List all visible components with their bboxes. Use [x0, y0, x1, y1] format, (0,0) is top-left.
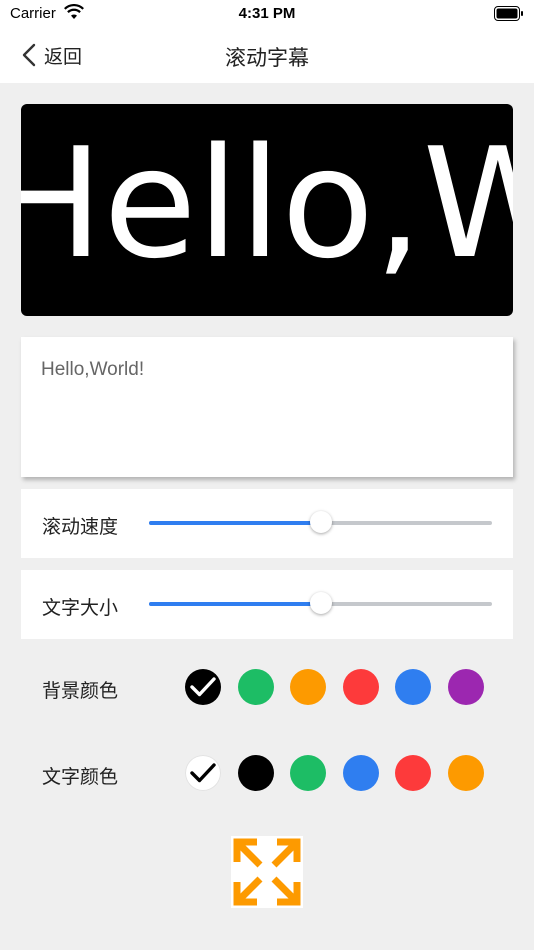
text-color-swatch[interactable]: [343, 755, 379, 791]
speed-label: 滚动速度: [42, 517, 119, 538]
font-size-slider-thumb[interactable]: [310, 592, 332, 614]
background-color-swatch[interactable]: [448, 669, 484, 705]
background-color-swatch[interactable]: [343, 669, 379, 705]
text-color-swatch[interactable]: [290, 755, 326, 791]
background-color-swatch[interactable]: [238, 669, 274, 705]
fullscreen-expand-icon: [233, 838, 301, 906]
speed-slider-row: 滚动速度: [21, 489, 513, 558]
background-color-swatch[interactable]: [395, 669, 431, 705]
marquee-preview: Hello,World!: [21, 104, 513, 316]
navigation-bar: 返回 滚动字幕: [0, 28, 534, 83]
fullscreen-button[interactable]: [231, 836, 303, 908]
battery-icon: [494, 6, 523, 21]
marquee-text: Hello,World!: [21, 115, 513, 292]
page-title: 滚动字幕: [225, 47, 309, 70]
background-color-swatch[interactable]: [290, 669, 326, 705]
font-size-slider[interactable]: [149, 592, 492, 614]
background-color-swatch[interactable]: [185, 669, 221, 705]
checkmark-icon: [190, 677, 216, 697]
background-color-label: 背景颜色: [42, 681, 119, 702]
speed-slider-thumb[interactable]: [310, 511, 332, 533]
checkmark-icon: [190, 763, 216, 783]
text-color-swatch[interactable]: [448, 755, 484, 791]
status-bar: Carrier 4:31 PM: [0, 0, 534, 28]
text-color-swatch[interactable]: [395, 755, 431, 791]
font-size-label: 文字大小: [42, 598, 119, 619]
speed-slider-fill: [149, 521, 321, 525]
text-color-swatch[interactable]: [238, 755, 274, 791]
marquee-text-input[interactable]: Hello,World!: [41, 359, 144, 381]
speed-slider[interactable]: [149, 511, 492, 533]
text-color-swatch[interactable]: [185, 755, 221, 791]
font-size-slider-fill: [149, 602, 321, 606]
status-time: 4:31 PM: [238, 5, 296, 22]
text-color-label: 文字颜色: [42, 767, 119, 788]
font-size-slider-row: 文字大小: [21, 570, 513, 639]
text-input-card[interactable]: Hello,World!: [21, 337, 513, 477]
